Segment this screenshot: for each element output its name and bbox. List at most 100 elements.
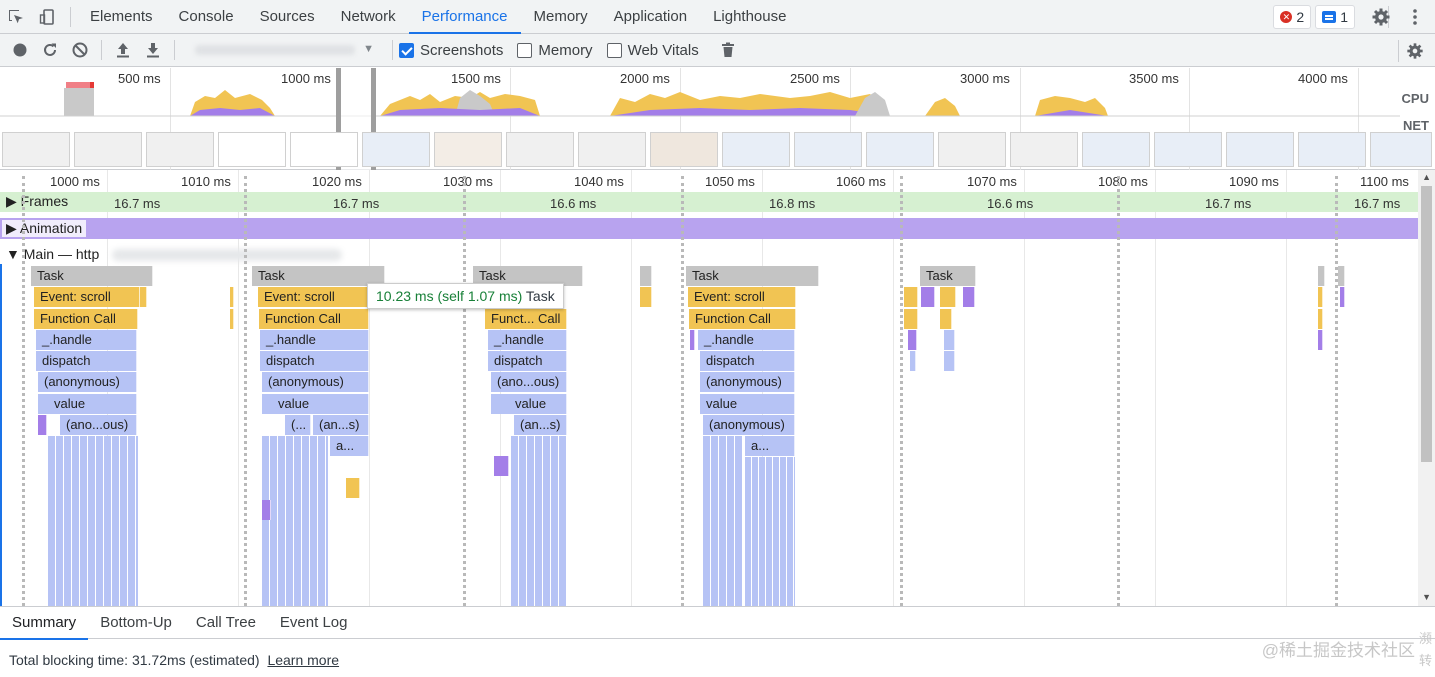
- anonymous-block[interactable]: (...: [285, 415, 311, 435]
- scroll-down-arrow-icon[interactable]: ▼: [1422, 592, 1431, 602]
- checkbox-unchecked-icon[interactable]: [606, 42, 622, 58]
- screenshots-checkbox[interactable]: Screenshots: [399, 42, 503, 59]
- function-call-block[interactable]: Function Call: [34, 309, 138, 329]
- save-profile-icon[interactable]: [138, 35, 168, 65]
- purple-block[interactable]: [963, 287, 975, 307]
- blue-block[interactable]: [944, 351, 955, 371]
- screenshot-thumbnail[interactable]: [938, 132, 1006, 167]
- purple-block[interactable]: [921, 287, 935, 307]
- event-scroll-block[interactable]: Event: scroll: [688, 287, 796, 307]
- yellow-block[interactable]: [140, 287, 147, 307]
- value-block[interactable]: value: [38, 394, 137, 414]
- event-scroll-block[interactable]: Event: scroll: [258, 287, 368, 307]
- screenshot-thumbnail[interactable]: [362, 132, 430, 167]
- reload-record-icon[interactable]: [35, 35, 65, 65]
- task-block-small[interactable]: [1338, 266, 1345, 286]
- function-call-block[interactable]: Function Call: [259, 309, 369, 329]
- event-scroll-block[interactable]: Event: scroll: [34, 287, 140, 307]
- tab-memory[interactable]: Memory: [521, 0, 601, 33]
- purple-block[interactable]: [690, 330, 695, 350]
- yellow-block[interactable]: [1318, 287, 1323, 307]
- screenshot-thumbnail[interactable]: [434, 132, 502, 167]
- anonymous-block[interactable]: (anonymous): [262, 372, 369, 392]
- main-track-label[interactable]: ▼ Main — http: [2, 246, 103, 262]
- screenshot-thumbnail[interactable]: [1010, 132, 1078, 167]
- tab-elements[interactable]: Elements: [77, 0, 166, 33]
- purple-block[interactable]: [262, 500, 271, 520]
- message-count-badge[interactable]: 1: [1315, 5, 1355, 29]
- inspect-element-icon[interactable]: [0, 0, 32, 33]
- screenshot-thumbnail[interactable]: [1154, 132, 1222, 167]
- load-profile-icon[interactable]: [108, 35, 138, 65]
- dispatch-block[interactable]: dispatch: [260, 351, 369, 371]
- function-call-block[interactable]: Function Call: [689, 309, 796, 329]
- nested-call-blocks[interactable]: [745, 457, 795, 606]
- dispatch-block[interactable]: dispatch: [36, 351, 137, 371]
- tab-call-tree[interactable]: Call Tree: [184, 607, 268, 639]
- anonymous-block[interactable]: (anonymous): [703, 415, 795, 435]
- yellow-block[interactable]: [230, 309, 234, 329]
- screenshot-thumbnail[interactable]: [506, 132, 574, 167]
- learn-more-link[interactable]: Learn more: [267, 652, 339, 668]
- scrollbar-thumb[interactable]: [1421, 186, 1432, 462]
- flame-scrollbar[interactable]: ▲ ▼: [1418, 170, 1435, 606]
- scroll-up-arrow-icon[interactable]: ▲: [1422, 172, 1431, 182]
- animation-track[interactable]: ▶ Animation: [0, 218, 1418, 239]
- dispatch-block[interactable]: dispatch: [488, 351, 567, 371]
- purple-block[interactable]: [38, 415, 47, 435]
- purple-block[interactable]: [1340, 287, 1345, 307]
- memory-checkbox[interactable]: Memory: [517, 42, 593, 59]
- purple-block[interactable]: [908, 330, 917, 350]
- function-call-block[interactable]: Funct... Call: [485, 309, 567, 329]
- handle-block[interactable]: _.handle: [36, 330, 137, 350]
- yellow-block[interactable]: [940, 287, 956, 307]
- blue-block[interactable]: [910, 351, 916, 371]
- animation-track-label[interactable]: ▶ Animation: [2, 220, 87, 237]
- screenshot-thumbnail[interactable]: [74, 132, 142, 167]
- nested-call-blocks[interactable]: [703, 436, 743, 606]
- screenshot-thumbnail[interactable]: [794, 132, 862, 167]
- capture-settings-gear-icon[interactable]: [1400, 36, 1430, 66]
- clear-icon[interactable]: [65, 35, 95, 65]
- screenshot-thumbnail[interactable]: [650, 132, 718, 167]
- profile-select[interactable]: ▼: [191, 39, 376, 61]
- tab-summary[interactable]: Summary: [0, 607, 89, 640]
- yellow-block[interactable]: [904, 309, 918, 329]
- screenshot-thumbnail[interactable]: [1298, 132, 1366, 167]
- record-icon[interactable]: [5, 35, 35, 65]
- nested-call-blocks[interactable]: [511, 436, 567, 606]
- handle-block[interactable]: _.handle: [260, 330, 369, 350]
- tab-lighthouse[interactable]: Lighthouse: [700, 0, 799, 33]
- screenshot-thumbnail[interactable]: [722, 132, 790, 167]
- value-block[interactable]: value: [491, 394, 567, 414]
- anonymous-block[interactable]: (an...s): [514, 415, 567, 435]
- anonymous-block[interactable]: a...: [330, 436, 369, 456]
- error-count-badge[interactable]: ✕ 2: [1273, 5, 1312, 29]
- yellow-block[interactable]: [1318, 309, 1323, 329]
- screenshot-thumbnail[interactable]: [866, 132, 934, 167]
- task-block[interactable]: Task: [686, 266, 819, 286]
- anonymous-block[interactable]: (ano...ous): [60, 415, 137, 435]
- anonymous-block[interactable]: (anonymous): [700, 372, 795, 392]
- anonymous-block[interactable]: (an...s): [313, 415, 369, 435]
- screenshot-thumbnail[interactable]: [1082, 132, 1150, 167]
- task-block-small[interactable]: [640, 266, 652, 286]
- device-toolbar-icon[interactable]: [32, 0, 64, 33]
- anonymous-block[interactable]: (anonymous): [38, 372, 137, 392]
- more-options-icon[interactable]: [1399, 0, 1431, 33]
- tab-application[interactable]: Application: [601, 0, 700, 33]
- task-block[interactable]: Task: [252, 266, 385, 286]
- nested-call-blocks[interactable]: [48, 436, 138, 606]
- screenshot-thumbnail[interactable]: [2, 132, 70, 167]
- handle-block[interactable]: _.handle: [488, 330, 567, 350]
- flame-chart[interactable]: 1000 ms 1010 ms 1020 ms 1030 ms 1040 ms …: [0, 170, 1435, 606]
- blue-block[interactable]: [944, 330, 955, 350]
- yellow-block[interactable]: [940, 309, 952, 329]
- main-track-header[interactable]: ▼ Main — http: [0, 246, 1418, 264]
- yellow-block[interactable]: [904, 287, 918, 307]
- screenshot-thumbnail[interactable]: [1226, 132, 1294, 167]
- handle-block[interactable]: _.handle: [698, 330, 795, 350]
- tab-event-log[interactable]: Event Log: [268, 607, 360, 639]
- frames-track[interactable]: 16.7 ms 16.7 ms 16.6 ms 16.8 ms 16.6 ms …: [0, 192, 1418, 212]
- anonymous-block[interactable]: (ano...ous): [491, 372, 567, 392]
